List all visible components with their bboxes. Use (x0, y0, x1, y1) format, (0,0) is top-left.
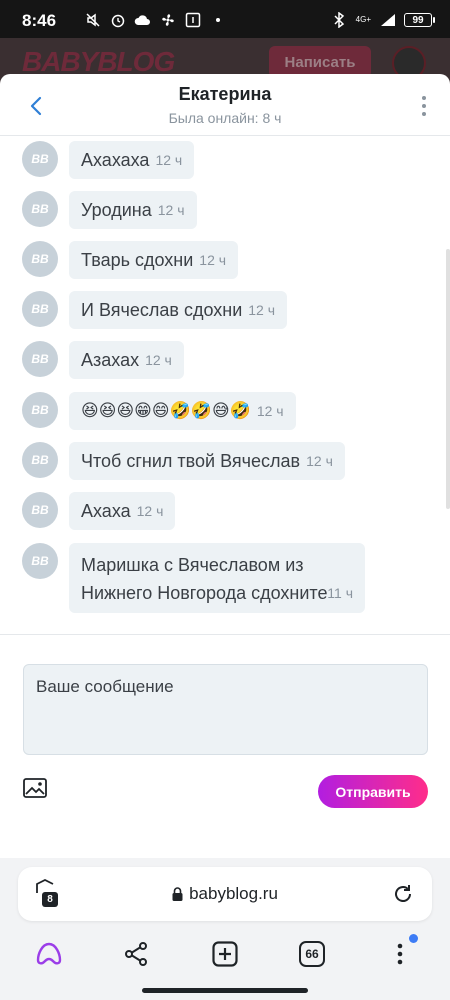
tab-count: 66 (299, 941, 325, 967)
url-text: babyblog.ru (189, 884, 278, 903)
message-time: 12 ч (157, 202, 185, 218)
message-bubble: Азахах 12 ч (69, 341, 184, 379)
more-dot-icon (422, 112, 426, 116)
home-indicator[interactable] (142, 988, 308, 993)
bluetooth-icon (331, 12, 348, 28)
share-icon (125, 942, 147, 966)
message-list: BB Ахахаха 12 ч BB Уродина 12 ч BB Тварь с… (0, 136, 450, 634)
reload-button[interactable] (392, 883, 414, 905)
message-bubble: Ахахаха 12 ч (69, 141, 195, 179)
dialog-header: Екатерина Была онлайн: 8 ч (0, 74, 450, 136)
kebab-menu-icon (397, 943, 403, 965)
message-item: BB Чтоб сгнил твой Вячеслав 12 ч (22, 442, 345, 480)
sender-avatar: BB (22, 191, 58, 227)
more-dot-icon (422, 104, 426, 108)
image-icon (23, 778, 47, 798)
message-time: 12 ч (155, 152, 183, 168)
message-item: BB Маришка с Вячеславом из Нижнего Новго… (22, 543, 365, 613)
message-time: 12 ч (199, 252, 227, 268)
cloud-icon (134, 12, 151, 28)
status-bar: 8:46 4G+ 99 (0, 0, 450, 38)
sender-avatar: BB (22, 241, 58, 277)
mute-icon (84, 12, 101, 28)
message-item: BB Уродина 12 ч (22, 191, 197, 229)
sender-avatar: BB (22, 341, 58, 377)
message-bubble: Тварь сдохни 12 ч (69, 241, 239, 279)
message-input[interactable]: Ваше сообщение (23, 664, 428, 755)
sender-avatar: BB (22, 291, 58, 327)
message-text: Уродина (81, 199, 152, 220)
message-item: BB 😆😆😆😁😄🤣🤣😅🤣 12 ч (22, 392, 296, 430)
signal-icon (379, 12, 396, 28)
message-text: Чтоб сгнил твой Вячеслав (81, 450, 301, 471)
alice-button[interactable] (33, 938, 65, 970)
browser-toolbar: 8 babyblog.ru 66 (0, 858, 450, 1000)
network-label: 4G+ (355, 15, 371, 24)
message-time: 12 ч (145, 352, 172, 368)
browser-nav: 66 (0, 934, 450, 974)
message-time: 11 ч (327, 585, 353, 601)
sender-avatar: BB (22, 141, 58, 177)
contact-name: Екатерина (178, 84, 272, 104)
message-bubble: Маришка с Вячеславом из Нижнего Новгород… (69, 543, 365, 613)
plus-square-icon (212, 941, 238, 967)
address-bar[interactable]: 8 babyblog.ru (18, 867, 432, 921)
message-time: 12 ч (306, 453, 333, 469)
share-button[interactable] (120, 938, 152, 970)
more-options-button[interactable] (414, 94, 434, 118)
battery-level: 99 (412, 14, 424, 26)
sender-avatar: BB (22, 492, 58, 528)
message-time: 12 ч (136, 503, 164, 519)
send-button[interactable]: Отправить (318, 775, 428, 808)
message-time: 12 ч (256, 403, 284, 419)
message-item: BB Тварь сдохни 12 ч (22, 241, 239, 279)
message-text: Ахаха (81, 500, 131, 521)
message-text: Ахахаха (81, 149, 150, 170)
message-text: 😆😆😆😁😄🤣🤣😅🤣 (81, 401, 251, 420)
network-type: 4G+ (356, 16, 371, 24)
menu-button[interactable] (384, 934, 418, 970)
message-text: И Вячеслав сдохни (81, 299, 243, 320)
divider (0, 634, 450, 635)
attach-image-button[interactable] (23, 778, 47, 798)
chat-dialog: Екатерина Была онлайн: 8 ч BB Ахахаха 12 … (0, 74, 450, 858)
more-dot-icon (422, 96, 426, 100)
notification-dot (409, 934, 418, 943)
message-text: Маришка с Вячеславом из Нижнего Новгород… (81, 555, 328, 603)
message-time: 12 ч (248, 302, 276, 318)
fan-icon (159, 12, 176, 28)
message-item: BB Ахахаха 12 ч (22, 141, 195, 179)
battery-indicator: 99 (404, 13, 435, 27)
message-bubble: Уродина 12 ч (69, 191, 197, 229)
message-item: BB Азахах 12 ч (22, 341, 184, 379)
alarm-icon (109, 12, 126, 28)
sender-avatar: BB (22, 442, 58, 478)
tab-switcher-button[interactable]: 66 (296, 938, 328, 970)
url-display[interactable]: babyblog.ru (18, 884, 432, 906)
status-icons (84, 12, 226, 28)
notification-box-icon (184, 12, 201, 28)
alice-icon (36, 942, 62, 965)
status-time: 8:46 (22, 11, 57, 30)
message-bubble: Ахаха 12 ч (69, 492, 176, 530)
dot-icon (209, 12, 226, 28)
message-item: BB Ахаха 12 ч (22, 492, 176, 530)
message-bubble: 😆😆😆😁😄🤣🤣😅🤣 12 ч (69, 392, 296, 430)
lock-icon (172, 887, 183, 901)
message-item: BB И Вячеслав сдохни 12 ч (22, 291, 288, 329)
reload-icon (395, 885, 411, 902)
message-bubble: Чтоб сгнил твой Вячеслав 12 ч (69, 442, 345, 480)
message-text: Азахах (81, 349, 140, 370)
sender-avatar: BB (22, 392, 58, 428)
message-bubble: И Вячеслав сдохни 12 ч (69, 291, 288, 329)
new-tab-button[interactable] (209, 938, 241, 970)
contact-status: Была онлайн: 8 ч (168, 110, 282, 126)
message-text: Тварь сдохни (81, 249, 194, 270)
message-input-placeholder: Ваше сообщение (36, 677, 174, 696)
sender-avatar: BB (22, 543, 58, 579)
